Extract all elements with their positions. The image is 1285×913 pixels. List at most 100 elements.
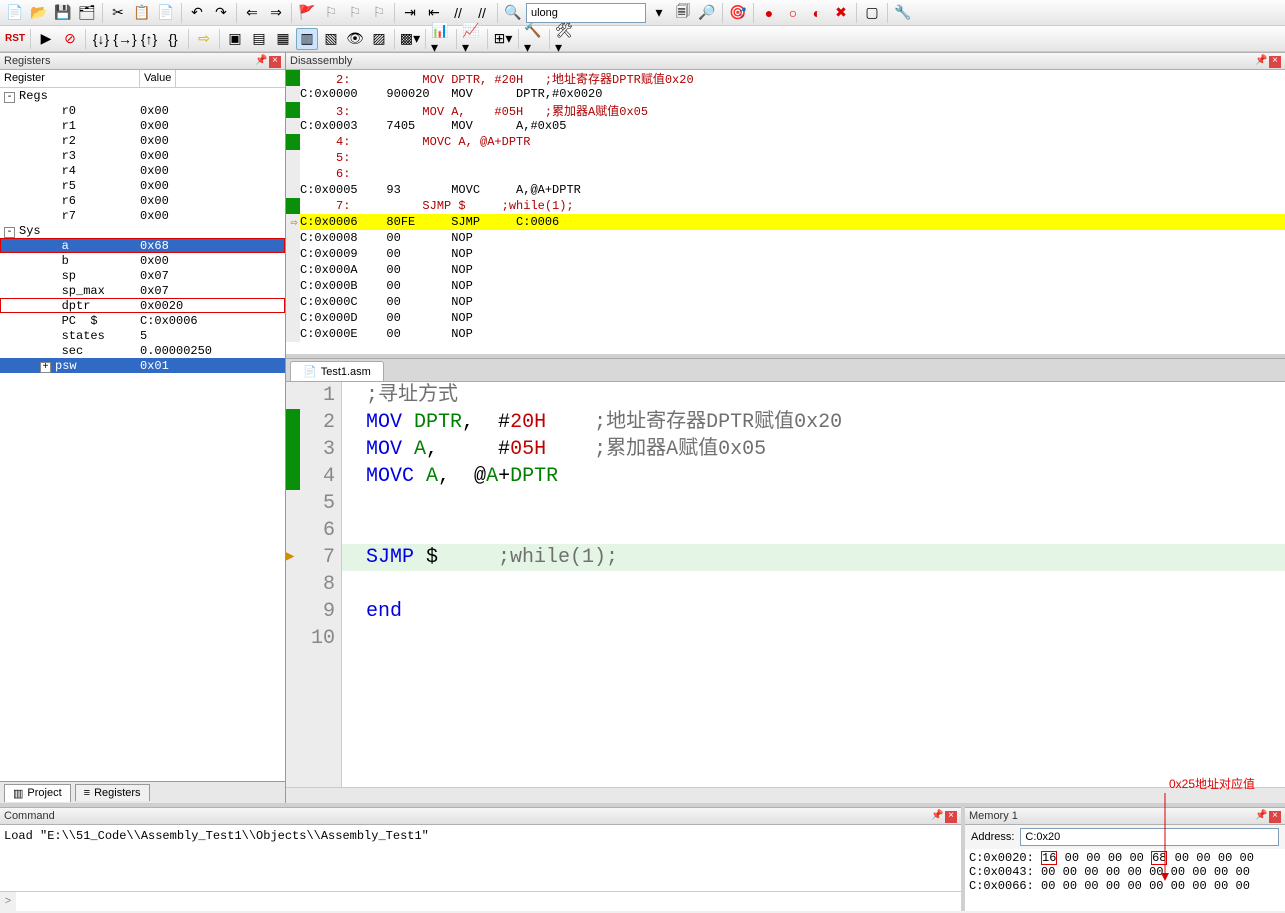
disasm-line[interactable]: C:0x0005 93 MOVC A,@A+DPTR: [286, 182, 1285, 198]
pin-icon[interactable]: 📌: [931, 811, 943, 823]
reg-row[interactable]: dptr0x0020: [0, 298, 285, 313]
breakpoint-kill-icon[interactable]: ✖: [830, 2, 852, 24]
run-to-cursor-icon[interactable]: {}: [162, 28, 184, 50]
breakpoint-insert-icon[interactable]: ●: [758, 2, 780, 24]
reg-row[interactable]: PC $C:0x0006: [0, 313, 285, 328]
paste-icon[interactable]: 📄: [155, 2, 177, 24]
reg-row[interactable]: r60x00: [0, 193, 285, 208]
source-line[interactable]: MOVC A, @A+DPTR: [342, 463, 1285, 490]
system-viewer-icon[interactable]: ⊞▾: [492, 28, 514, 50]
callstack-window-icon[interactable]: ▧: [320, 28, 342, 50]
memory-window-icon[interactable]: ▨: [368, 28, 390, 50]
disasm-line[interactable]: C:0x000D 00 NOP: [286, 310, 1285, 326]
close-icon[interactable]: ×: [1269, 811, 1281, 823]
disasm-line[interactable]: 5:: [286, 150, 1285, 166]
memory-body[interactable]: C:0x0020: 16 00 00 00 00 68 00 00 00 00C…: [965, 849, 1285, 911]
source-line[interactable]: [342, 490, 1285, 517]
debug-icon[interactable]: 🎯: [727, 2, 749, 24]
trace-window-icon[interactable]: 📈▾: [461, 28, 483, 50]
disasm-line[interactable]: 4: MOVC A, @A+DPTR: [286, 134, 1285, 150]
tools-icon[interactable]: 🛠▾: [554, 28, 576, 50]
command-input[interactable]: [16, 892, 961, 911]
command-window-icon[interactable]: ▣: [224, 28, 246, 50]
save-icon[interactable]: 💾: [52, 2, 74, 24]
uncomment-icon[interactable]: //: [471, 2, 493, 24]
incremental-find-icon[interactable]: 🔎: [696, 2, 718, 24]
disassembly-body[interactable]: 2: MOV DPTR, #20H ;地址寄存器DPTR赋值0x20C:0x00…: [286, 70, 1285, 354]
memory-row[interactable]: C:0x0020: 16 00 00 00 00 68 00 00 00 00: [969, 851, 1281, 865]
disasm-line[interactable]: 3: MOV A, #05H ;累加器A赋值0x05: [286, 102, 1285, 118]
source-line[interactable]: [342, 517, 1285, 544]
show-next-icon[interactable]: ⇨: [193, 28, 215, 50]
reg-row[interactable]: +psw0x01: [0, 358, 285, 373]
reg-row[interactable]: r00x00: [0, 103, 285, 118]
pin-icon[interactable]: 📌: [255, 56, 267, 68]
open-file-icon[interactable]: 📂: [28, 2, 50, 24]
symbol-window-icon[interactable]: ▦: [272, 28, 294, 50]
disasm-line[interactable]: C:0x0000 900020 MOV DPTR,#0x0020: [286, 86, 1285, 102]
find-in-files-icon[interactable]: 🗐: [672, 2, 694, 24]
tab-project[interactable]: ▥Project: [4, 784, 71, 802]
stop-icon[interactable]: ⊘: [59, 28, 81, 50]
bookmark-clear-icon[interactable]: ⚐: [368, 2, 390, 24]
reset-cpu-icon[interactable]: RST: [4, 28, 26, 50]
disasm-line[interactable]: C:0x0008 00 NOP: [286, 230, 1285, 246]
source-tab[interactable]: 📄 Test1.asm: [290, 361, 384, 381]
breakpoint-enable-icon[interactable]: ○: [782, 2, 804, 24]
close-icon[interactable]: ×: [269, 56, 281, 68]
reg-row[interactable]: sp_max0x07: [0, 283, 285, 298]
step-into-icon[interactable]: {↓}: [90, 28, 112, 50]
source-editor[interactable]: 123456▶78910 ;寻址方式MOV DPTR, #20H ;地址寄存器D…: [286, 382, 1285, 787]
disasm-line[interactable]: C:0x0003 7405 MOV A,#0x05: [286, 118, 1285, 134]
source-line[interactable]: end: [342, 598, 1285, 625]
nav-fwd-icon[interactable]: ⇒: [265, 2, 287, 24]
reg-row[interactable]: r10x00: [0, 118, 285, 133]
configure-icon[interactable]: 🔧: [892, 2, 914, 24]
toolbox-icon[interactable]: 🔨▾: [523, 28, 545, 50]
pin-icon[interactable]: 📌: [1255, 56, 1267, 68]
disasm-line[interactable]: C:0x000C 00 NOP: [286, 294, 1285, 310]
undo-icon[interactable]: ↶: [186, 2, 208, 24]
save-all-icon[interactable]: 🗂: [76, 2, 98, 24]
reg-row[interactable]: b0x00: [0, 253, 285, 268]
redo-icon[interactable]: ↷: [210, 2, 232, 24]
nav-back-icon[interactable]: ⇐: [241, 2, 263, 24]
analysis-window-icon[interactable]: 📊▾: [430, 28, 452, 50]
reg-row[interactable]: r20x00: [0, 133, 285, 148]
pin-icon[interactable]: 📌: [1255, 811, 1267, 823]
cut-icon[interactable]: ✂: [107, 2, 129, 24]
reg-row[interactable]: r30x00: [0, 148, 285, 163]
disasm-line[interactable]: 2: MOV DPTR, #20H ;地址寄存器DPTR赋值0x20: [286, 70, 1285, 86]
comment-icon[interactable]: //: [447, 2, 469, 24]
reg-row[interactable]: a0x68: [0, 238, 285, 253]
source-line[interactable]: [342, 625, 1285, 652]
bookmark-prev-icon[interactable]: ⚐: [320, 2, 342, 24]
reg-row[interactable]: sec0.00000250: [0, 343, 285, 358]
disasm-line[interactable]: 7: SJMP $ ;while(1);: [286, 198, 1285, 214]
address-input[interactable]: [1020, 828, 1279, 846]
editor-hscroll[interactable]: [286, 787, 1285, 803]
reg-row[interactable]: states5: [0, 328, 285, 343]
tab-registers[interactable]: ≡Registers: [75, 784, 150, 801]
indent-icon[interactable]: ⇥: [399, 2, 421, 24]
find-icon[interactable]: 🔍: [502, 2, 524, 24]
disasm-line[interactable]: C:0x0009 00 NOP: [286, 246, 1285, 262]
watch-window-icon[interactable]: 👁: [344, 28, 366, 50]
memory-row[interactable]: C:0x0043: 00 00 00 00 00 00 00 00 00 00: [969, 865, 1281, 879]
reg-row[interactable]: r40x00: [0, 163, 285, 178]
close-icon[interactable]: ×: [945, 811, 957, 823]
memory-row[interactable]: C:0x0066: 00 00 00 00 00 00 00 00 00 00: [969, 879, 1281, 893]
disasm-line[interactable]: C:0x000A 00 NOP: [286, 262, 1285, 278]
reg-row[interactable]: sp0x07: [0, 268, 285, 283]
combo-dropdown-icon[interactable]: ▾: [648, 2, 670, 24]
disasm-line[interactable]: C:0x000B 00 NOP: [286, 278, 1285, 294]
disasm-line[interactable]: ⇨C:0x0006 80FE SJMP C:0006: [286, 214, 1285, 230]
outdent-icon[interactable]: ⇤: [423, 2, 445, 24]
source-line[interactable]: SJMP $ ;while(1);: [342, 544, 1285, 571]
registers-tree[interactable]: -Regs r00x00 r10x00 r20x00 r30x00 r40x00…: [0, 88, 285, 781]
source-line[interactable]: MOV A, #05H ;累加器A赋值0x05: [342, 436, 1285, 463]
disasm-window-icon[interactable]: ▤: [248, 28, 270, 50]
disasm-line[interactable]: 6:: [286, 166, 1285, 182]
run-icon[interactable]: ▶: [35, 28, 57, 50]
bookmark-icon[interactable]: 🚩: [296, 2, 318, 24]
